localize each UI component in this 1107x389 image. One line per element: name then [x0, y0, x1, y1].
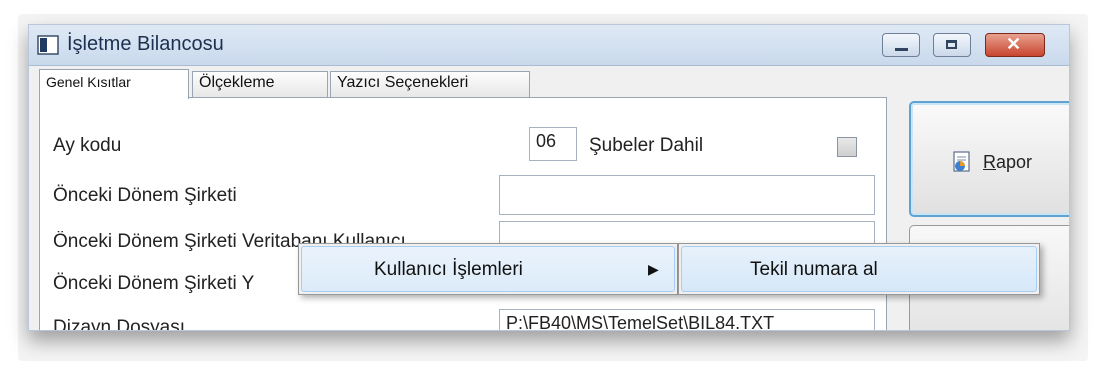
- ay-kodu-label: Ay kodu: [53, 135, 122, 156]
- subeler-dahil-checkbox[interactable]: [837, 137, 857, 157]
- rapor-button[interactable]: Rapor: [909, 101, 1069, 217]
- ay-kodu-input[interactable]: 06: [529, 127, 577, 161]
- window-title: İşletme Bilancosu: [67, 33, 224, 55]
- onceki-donem-sirketi-label: Önceki Dönem Şirketi: [53, 185, 237, 206]
- subeler-dahil-label: Şubeler Dahil: [589, 135, 704, 156]
- submenu: Tekil numara al: [678, 243, 1040, 295]
- minimize-icon: [895, 48, 908, 51]
- tab-yazici-secenekleri[interactable]: Yazıcı Seçenekleri: [330, 71, 530, 97]
- maximize-button[interactable]: [933, 33, 971, 57]
- menu-item-tekil-numara-al[interactable]: Tekil numara al: [681, 246, 1037, 292]
- menu-item-label: Kullanıcı İşlemleri: [374, 259, 523, 280]
- report-icon: [953, 151, 970, 172]
- close-icon: ✕: [1006, 34, 1022, 54]
- dizayn-dosyasi-input[interactable]: P:\FB40\MS\TemelSet\BIL84.TXT: [499, 309, 875, 330]
- tab-olcekleme[interactable]: Ölçekleme: [192, 71, 328, 97]
- title-bar[interactable]: İşletme Bilancosu ✕: [29, 25, 1069, 66]
- context-menu: Kullanıcı İşlemleri ▶: [298, 243, 678, 295]
- app-icon: [37, 35, 59, 55]
- tab-genel-kisitlar[interactable]: Genel Kısıtlar: [39, 69, 189, 99]
- minimize-button[interactable]: [882, 33, 920, 57]
- dizayn-dosyasi-label: Dizayn Dosyası: [53, 317, 185, 331]
- onceki-donem-y-label: Önceki Dönem Şirketi Y: [53, 273, 255, 294]
- menu-item-kullanici-islemleri[interactable]: Kullanıcı İşlemleri ▶: [301, 246, 675, 292]
- close-button[interactable]: ✕: [985, 33, 1045, 57]
- submenu-item-label: Tekil numara al: [750, 259, 878, 280]
- onceki-donem-sirketi-input[interactable]: [499, 175, 875, 215]
- submenu-arrow-icon: ▶: [648, 261, 659, 277]
- maximize-icon: [946, 40, 957, 49]
- rapor-button-label: Rapor: [983, 152, 1033, 172]
